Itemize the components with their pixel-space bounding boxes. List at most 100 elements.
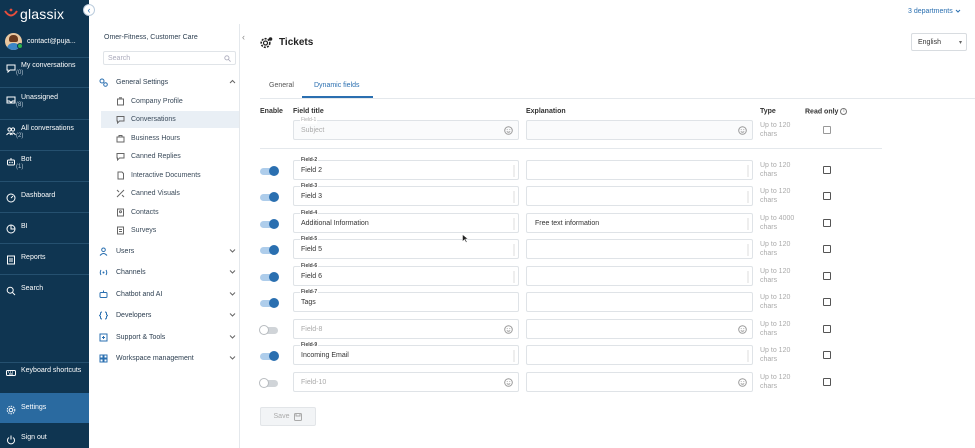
resize-handle-icon[interactable]: [512, 270, 516, 284]
sub-item-conversations[interactable]: Conversations: [101, 111, 239, 128]
resize-handle-icon[interactable]: [746, 190, 750, 204]
field-type: Up to 4000 chars: [760, 215, 795, 231]
section-general-settings[interactable]: General Settings: [99, 75, 238, 89]
section-support-tools[interactable]: Support & Tools: [99, 330, 238, 344]
enable-toggle[interactable]: [259, 325, 278, 335]
departments-selector[interactable]: 3 departments: [908, 8, 961, 15]
field-label: Field-5: [300, 236, 319, 243]
enable-toggle[interactable]: [260, 192, 279, 202]
resize-handle-icon[interactable]: [512, 243, 516, 257]
field-title-input[interactable]: Field-2 Field 2: [293, 157, 519, 180]
sub-item-contacts[interactable]: Contacts: [101, 204, 239, 221]
field-title-input[interactable]: Field-8: [293, 319, 519, 339]
tab-general[interactable]: General: [269, 82, 294, 89]
explanation-input[interactable]: [526, 160, 753, 180]
nav-item-dashboard[interactable]: Dashboard: [0, 192, 89, 203]
explanation-input[interactable]: [526, 345, 753, 365]
section-chatbot-ai[interactable]: Chatbot and AI: [99, 287, 238, 301]
emoji-icon[interactable]: [738, 126, 747, 135]
user-profile[interactable]: contact@puja...: [0, 30, 89, 52]
explanation-input[interactable]: Free text information: [526, 213, 753, 233]
resize-handle-icon[interactable]: [512, 164, 516, 178]
enable-toggle[interactable]: [260, 166, 279, 176]
resize-handle-icon[interactable]: [512, 217, 516, 231]
nav-item-my-conversations[interactable]: My conversations (0): [0, 62, 89, 77]
emoji-icon[interactable]: [504, 126, 513, 135]
section-label: Channels: [116, 268, 146, 276]
field-title-input[interactable]: Field-9 Incoming Email: [293, 342, 519, 365]
toggle-knob: [269, 192, 279, 202]
read-only-checkbox[interactable]: [823, 192, 831, 200]
resize-handle-icon[interactable]: [746, 349, 750, 363]
nav-item-search[interactable]: Search: [0, 285, 89, 296]
sub-item-surveys[interactable]: Surveys: [101, 222, 239, 239]
sub-item-business-hours[interactable]: Business Hours: [101, 130, 239, 147]
emoji-icon[interactable]: [504, 325, 513, 334]
resize-handle-icon[interactable]: [746, 217, 750, 231]
read-only-checkbox[interactable]: [823, 378, 831, 386]
resize-handle-icon[interactable]: [512, 190, 516, 204]
read-only-checkbox[interactable]: [823, 219, 831, 227]
nav-item-bi[interactable]: BI: [0, 223, 89, 234]
section-developers[interactable]: Developers: [99, 308, 238, 322]
explanation-input[interactable]: [526, 319, 753, 339]
table-row-field-5: Field-5 Field 5 Up to 120 chars: [260, 236, 880, 261]
nav-item-unassigned[interactable]: Unassigned (8): [0, 94, 89, 109]
sliders-icon: [99, 78, 108, 87]
explanation-input[interactable]: [526, 120, 753, 140]
resize-handle-icon[interactable]: [512, 349, 516, 363]
field-title-input[interactable]: Field-3 Field 3: [293, 183, 519, 206]
save-button[interactable]: Save: [260, 407, 316, 426]
explanation-input[interactable]: [526, 239, 753, 259]
field-title-input[interactable]: Field-5 Field 5: [293, 236, 519, 259]
read-only-checkbox[interactable]: [823, 245, 831, 253]
section-channels[interactable]: Channels: [99, 265, 238, 279]
explanation-input[interactable]: [526, 266, 753, 286]
language-select[interactable]: English ▾: [911, 33, 967, 51]
enable-toggle[interactable]: [260, 298, 279, 308]
panel-collapse-chevron-icon[interactable]: ‹: [242, 32, 245, 42]
read-only-checkbox[interactable]: [823, 272, 831, 280]
nav-collapse-button[interactable]: ‹: [83, 4, 95, 16]
field-title-input[interactable]: Field-7 Tags: [293, 289, 519, 312]
enable-toggle[interactable]: [259, 378, 278, 388]
section-users[interactable]: Users: [99, 244, 238, 258]
emoji-icon[interactable]: [738, 378, 747, 387]
tab-dynamic-fields[interactable]: Dynamic fields: [314, 82, 360, 89]
info-icon[interactable]: i: [840, 108, 848, 115]
sub-item-canned-visuals[interactable]: Canned Visuals: [101, 185, 239, 202]
nav-item-bot[interactable]: Bot (1): [0, 156, 89, 171]
read-only-checkbox[interactable]: [823, 126, 831, 134]
nav-item-settings[interactable]: Settings: [0, 393, 89, 423]
nav-item-all-conversations[interactable]: All conversations (2): [0, 125, 89, 140]
explanation-input[interactable]: [526, 186, 753, 206]
settings-search-input[interactable]: Search: [103, 51, 236, 65]
field-title-input[interactable]: Field-1 Subject: [293, 117, 519, 140]
explanation-input[interactable]: [526, 372, 753, 392]
explanation-input[interactable]: [526, 292, 753, 312]
sub-item-company-profile[interactable]: Company Profile: [101, 93, 239, 110]
field-title-input[interactable]: Field-4 Additional Information: [293, 210, 519, 233]
enable-toggle[interactable]: [260, 272, 279, 282]
read-only-checkbox[interactable]: [823, 298, 831, 306]
read-only-checkbox[interactable]: [823, 325, 831, 333]
nav-item-sign-out[interactable]: Sign out: [0, 434, 89, 445]
broadcast-icon: [99, 268, 108, 277]
resize-handle-icon[interactable]: [746, 243, 750, 257]
field-title-input[interactable]: Field-10: [293, 372, 519, 392]
enable-toggle[interactable]: [260, 219, 279, 229]
resize-handle-icon[interactable]: [746, 270, 750, 284]
emoji-icon[interactable]: [738, 325, 747, 334]
enable-toggle[interactable]: [260, 351, 279, 361]
read-only-checkbox[interactable]: [823, 351, 831, 359]
sub-item-interactive-documents[interactable]: Interactive Documents: [101, 167, 239, 184]
enable-toggle[interactable]: [260, 245, 279, 255]
nav-item-reports[interactable]: Reports: [0, 254, 89, 265]
field-title-input[interactable]: Field-6 Field 6: [293, 263, 519, 286]
sub-item-canned-replies[interactable]: Canned Replies: [101, 148, 239, 165]
section-workspace-management[interactable]: Workspace management: [99, 351, 238, 365]
emoji-icon[interactable]: [504, 378, 513, 387]
nav-item-keyboard-shortcuts[interactable]: Keyboard shortcuts: [0, 367, 89, 378]
resize-handle-icon[interactable]: [746, 164, 750, 178]
read-only-checkbox[interactable]: [823, 166, 831, 174]
